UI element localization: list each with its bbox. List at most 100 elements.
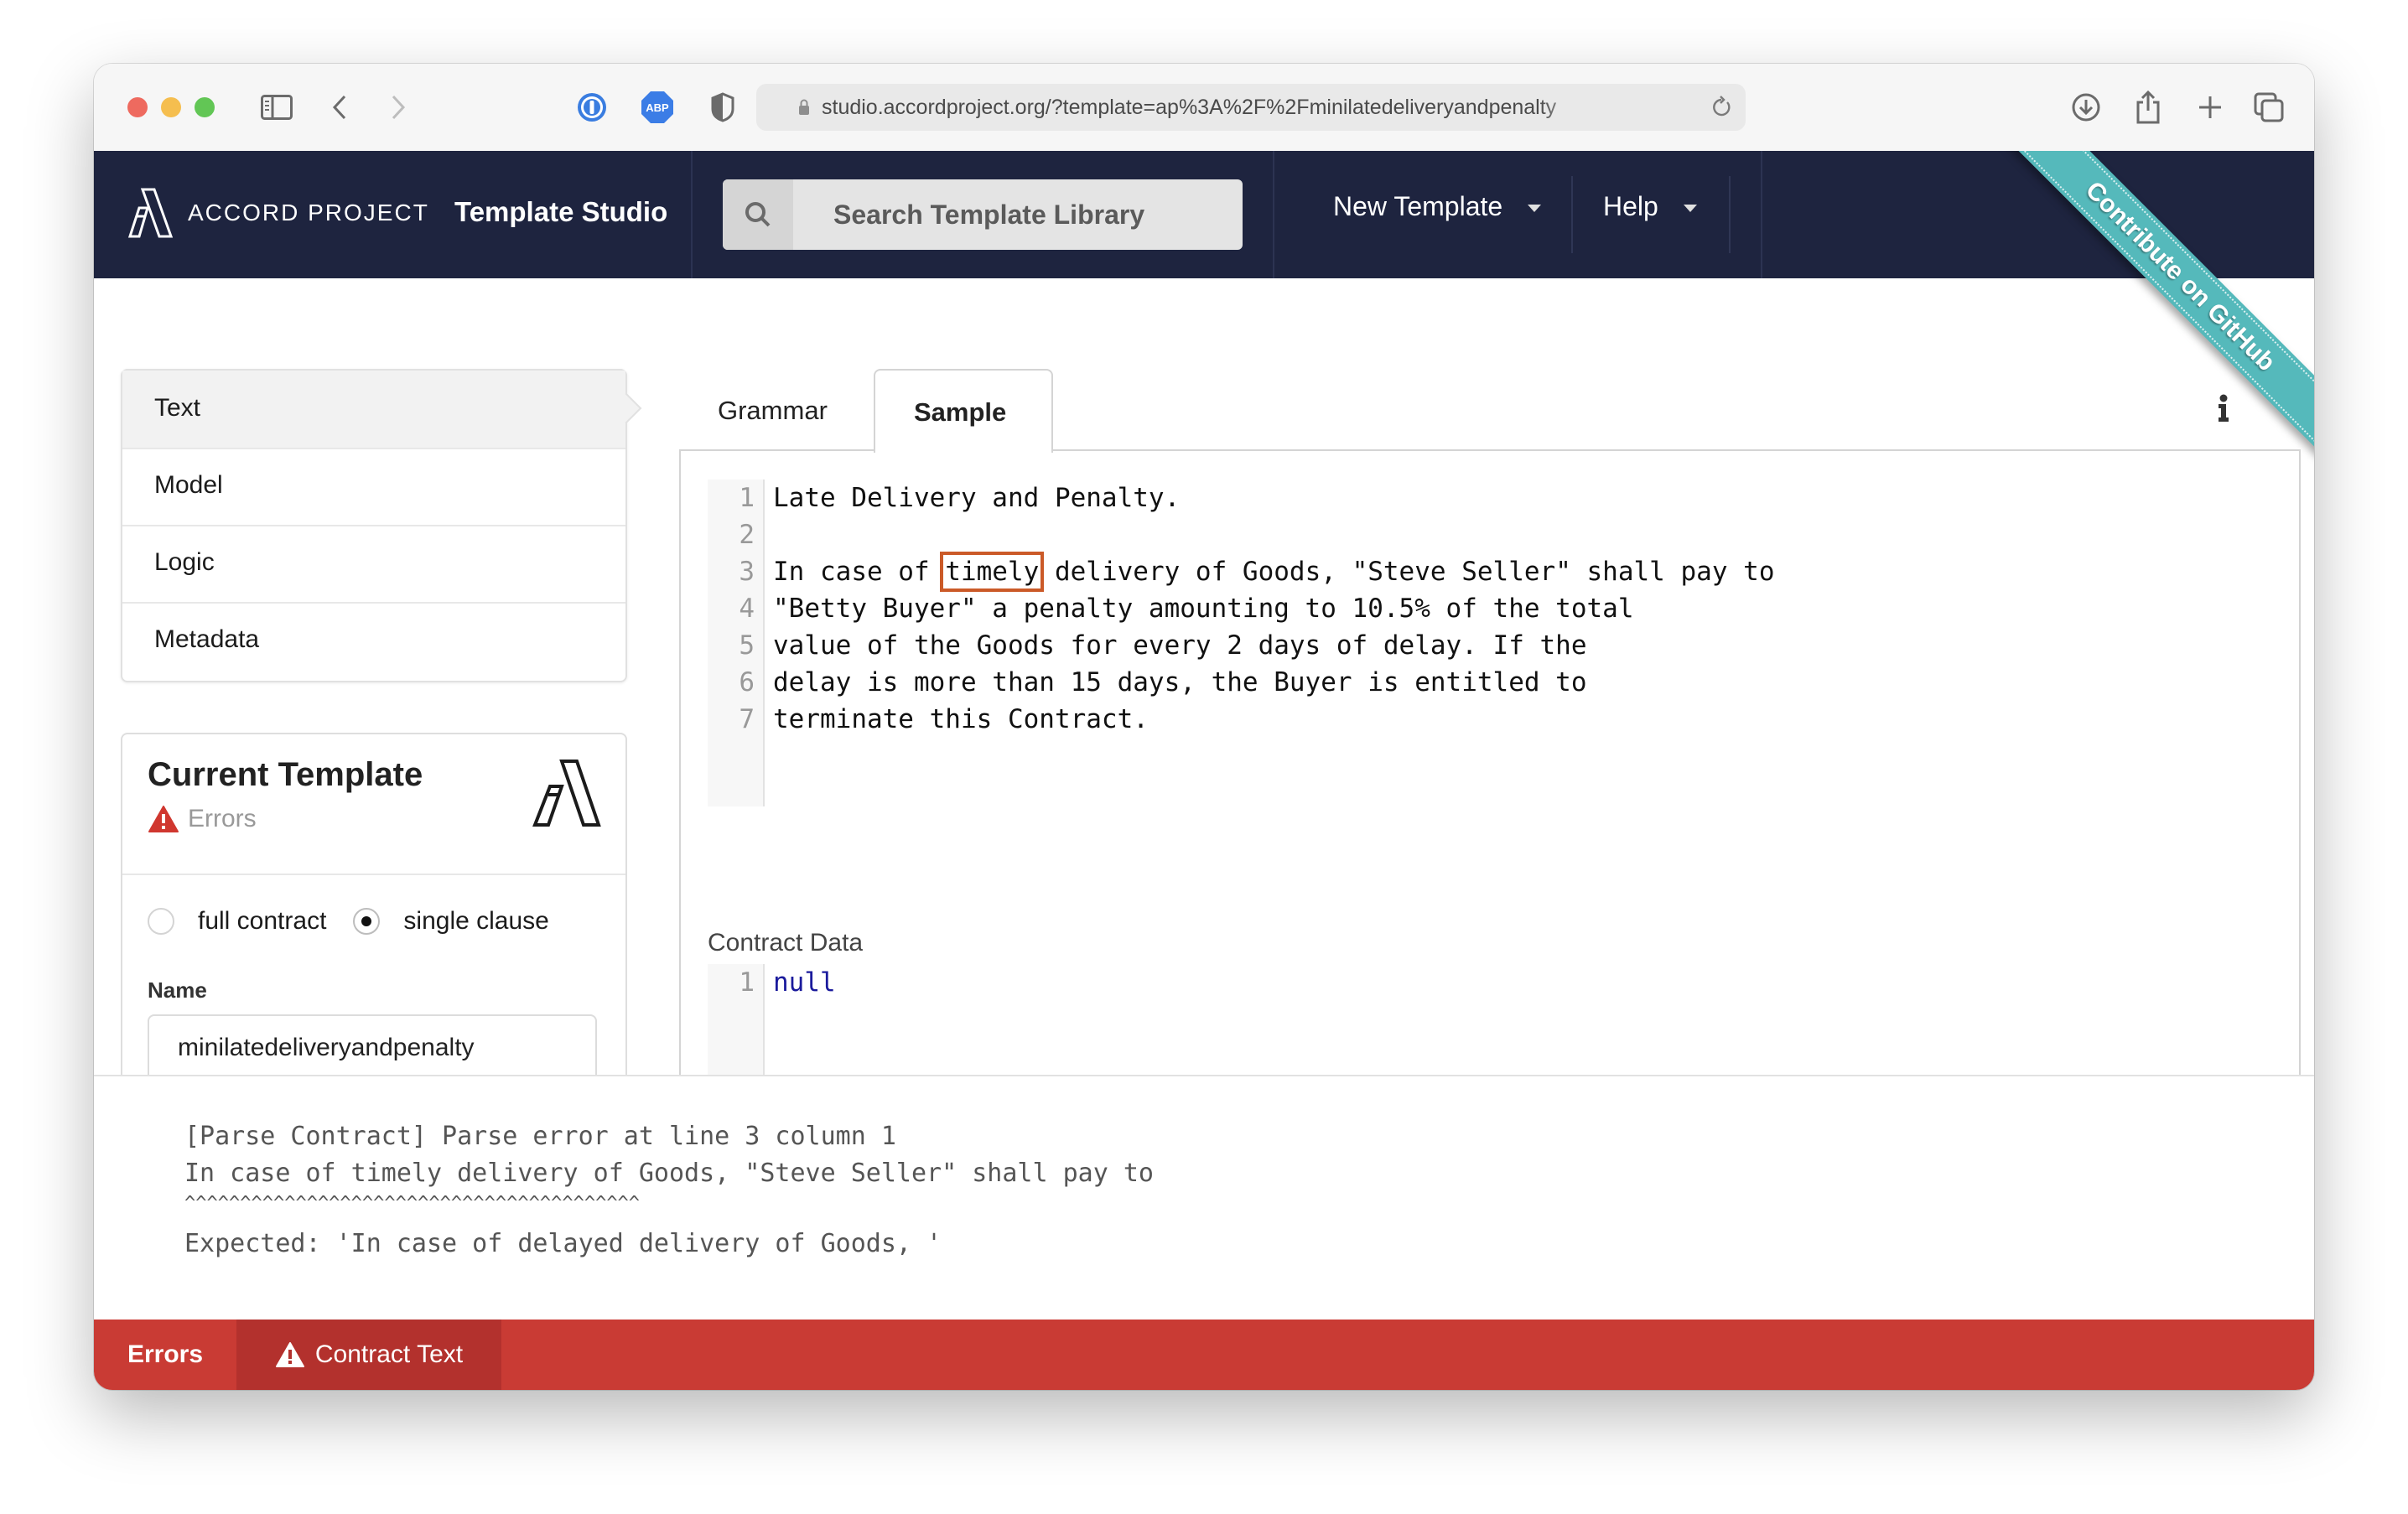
- template-status: Errors: [148, 805, 257, 833]
- address-bar[interactable]: studio.accordproject.org/?template=ap%3A…: [756, 84, 1746, 131]
- contract-text-error-tab[interactable]: Contract Text: [236, 1320, 501, 1390]
- status-text: Errors: [188, 805, 257, 832]
- error-message: [Parse Contract] Parse error at line 3 c…: [184, 1118, 1154, 1263]
- code-line: value of the Goods for every 2 days of d…: [773, 630, 1587, 661]
- current-template-card: Current Template Errors full contract si…: [121, 733, 627, 1122]
- nav-item-label: Model: [154, 471, 223, 499]
- accord-logo-icon[interactable]: [127, 188, 174, 238]
- header-divider: [1273, 151, 1274, 278]
- sidebar-icon[interactable]: [258, 89, 295, 126]
- share-icon[interactable]: [2131, 89, 2165, 126]
- template-name-input[interactable]: [148, 1014, 597, 1081]
- new-tab-icon[interactable]: [2193, 89, 2227, 126]
- onepassword-icon[interactable]: [575, 89, 609, 126]
- privacy-shield-icon[interactable]: [706, 89, 740, 126]
- lock-icon: [799, 99, 809, 115]
- code-text: delivery of Goods, "Steve Seller" shall …: [1039, 557, 1775, 587]
- browser-window: ABP studio.accordproject.org/?template=a…: [94, 64, 2314, 1390]
- reload-icon[interactable]: [1710, 96, 1732, 119]
- line-number: 4: [739, 594, 755, 624]
- error-line: Expected: 'In case of delayed delivery o…: [184, 1229, 942, 1258]
- chevron-down-icon: [1528, 205, 1542, 213]
- single-clause-label[interactable]: single clause: [403, 907, 548, 936]
- search-icon: [723, 179, 793, 250]
- card-title: Current Template: [148, 756, 423, 793]
- error-footer-bar: Errors Contract Text: [94, 1320, 2314, 1390]
- line-number: 5: [739, 630, 755, 661]
- nav-item-logic[interactable]: Logic: [122, 525, 625, 604]
- code-lines: null: [773, 964, 836, 1001]
- chevron-down-icon: [1683, 205, 1697, 213]
- download-icon[interactable]: [2069, 89, 2103, 126]
- error-line: ^^^^^^^^^^^^^^^^^^^^^^^^^^^^^^^^^^^^^^^^…: [184, 1193, 641, 1214]
- svg-text:ABP: ABP: [646, 101, 669, 114]
- contract-text-label: Contract Text: [314, 1340, 464, 1368]
- name-label: Name: [148, 977, 207, 1003]
- line-number: 2: [739, 520, 755, 550]
- url-text: studio.accordproject.org/?template=ap%3A…: [822, 96, 1557, 119]
- brand-name[interactable]: ACCORD PROJECT: [188, 200, 429, 226]
- tabs-overview-icon[interactable]: [2252, 89, 2286, 126]
- contract-data-label: Contract Data: [708, 929, 864, 957]
- code-line: terminate this Contract.: [773, 704, 1149, 734]
- nav-item-label: Logic: [154, 548, 215, 576]
- new-template-label: New Template: [1333, 191, 1503, 221]
- menu-divider: [1729, 176, 1731, 253]
- close-window-button[interactable]: [127, 97, 148, 117]
- line-number: 6: [739, 667, 755, 697]
- help-menu[interactable]: Help: [1603, 191, 1697, 222]
- nav-item-label: Metadata: [154, 625, 260, 653]
- template-logo-icon: [532, 760, 601, 827]
- error-line: [Parse Contract] Parse error at line 3 c…: [184, 1122, 896, 1151]
- code-line: In case of timely delivery of Goods, "St…: [773, 552, 1775, 592]
- tab-grammar[interactable]: Grammar: [676, 369, 860, 449]
- errors-toggle-button[interactable]: Errors: [94, 1320, 236, 1390]
- full-contract-radio[interactable]: [148, 908, 174, 935]
- app-header: ACCORD PROJECT Template Studio Search Te…: [94, 151, 2314, 278]
- code-line: delay is more than 15 days, the Buyer is…: [773, 667, 1587, 697]
- file-nav: Text Model Logic Metadata: [121, 369, 642, 682]
- code-text: In case of: [773, 557, 946, 587]
- error-line: In case of timely delivery of Goods, "St…: [184, 1159, 1154, 1188]
- nav-item-model[interactable]: Model: [122, 448, 625, 526]
- tab-label: Sample: [914, 397, 1007, 427]
- nav-item-metadata[interactable]: Metadata: [122, 602, 625, 679]
- line-number-gutter: 1 2 3 4 5 6 7: [708, 480, 765, 806]
- warning-icon: [148, 806, 179, 832]
- template-search-input[interactable]: Search Template Library: [723, 179, 1243, 250]
- warning-icon: [275, 1342, 304, 1367]
- single-clause-radio[interactable]: [353, 908, 381, 935]
- template-mode-radios: full contract single clause: [148, 907, 576, 936]
- code-line: "Betty Buyer" a penalty amounting to 10.…: [773, 594, 1634, 624]
- search-placeholder: Search Template Library: [833, 200, 1145, 230]
- header-divider: [691, 151, 693, 278]
- back-icon[interactable]: [327, 89, 352, 126]
- line-number: 3: [739, 557, 755, 587]
- forward-icon[interactable]: [386, 89, 411, 126]
- code-line: Late Delivery and Penalty.: [773, 483, 1181, 513]
- error-output-pane: [Parse Contract] Parse error at line 3 c…: [94, 1075, 2314, 1321]
- new-template-menu[interactable]: New Template: [1333, 191, 1542, 222]
- card-divider: [122, 874, 625, 875]
- full-contract-label[interactable]: full contract: [198, 907, 326, 936]
- active-pointer: [610, 392, 642, 424]
- code-lines: Late Delivery and Penalty. In case of ti…: [773, 480, 1775, 738]
- line-number: 7: [739, 704, 755, 734]
- nav-item-text[interactable]: Text: [122, 371, 642, 449]
- tab-sample[interactable]: Sample: [874, 369, 1053, 453]
- adblock-icon[interactable]: ABP: [639, 89, 676, 126]
- nav-item-label: Text: [154, 394, 201, 422]
- sample-editor-panel: 1 2 3 4 5 6 7 Late Delivery and Penalty.…: [679, 449, 2301, 1148]
- zoom-window-button[interactable]: [195, 97, 215, 117]
- line-number: 1: [739, 967, 755, 998]
- app-title[interactable]: Template Studio: [454, 196, 667, 228]
- header-divider: [1761, 151, 1762, 278]
- code-line: null: [773, 967, 836, 998]
- error-highlight[interactable]: timely: [940, 552, 1045, 592]
- minimize-window-button[interactable]: [161, 97, 181, 117]
- help-label: Help: [1603, 191, 1658, 221]
- line-number: 1: [739, 483, 755, 513]
- browser-toolbar: ABP studio.accordproject.org/?template=a…: [94, 64, 2314, 152]
- info-icon[interactable]: [2215, 394, 2232, 423]
